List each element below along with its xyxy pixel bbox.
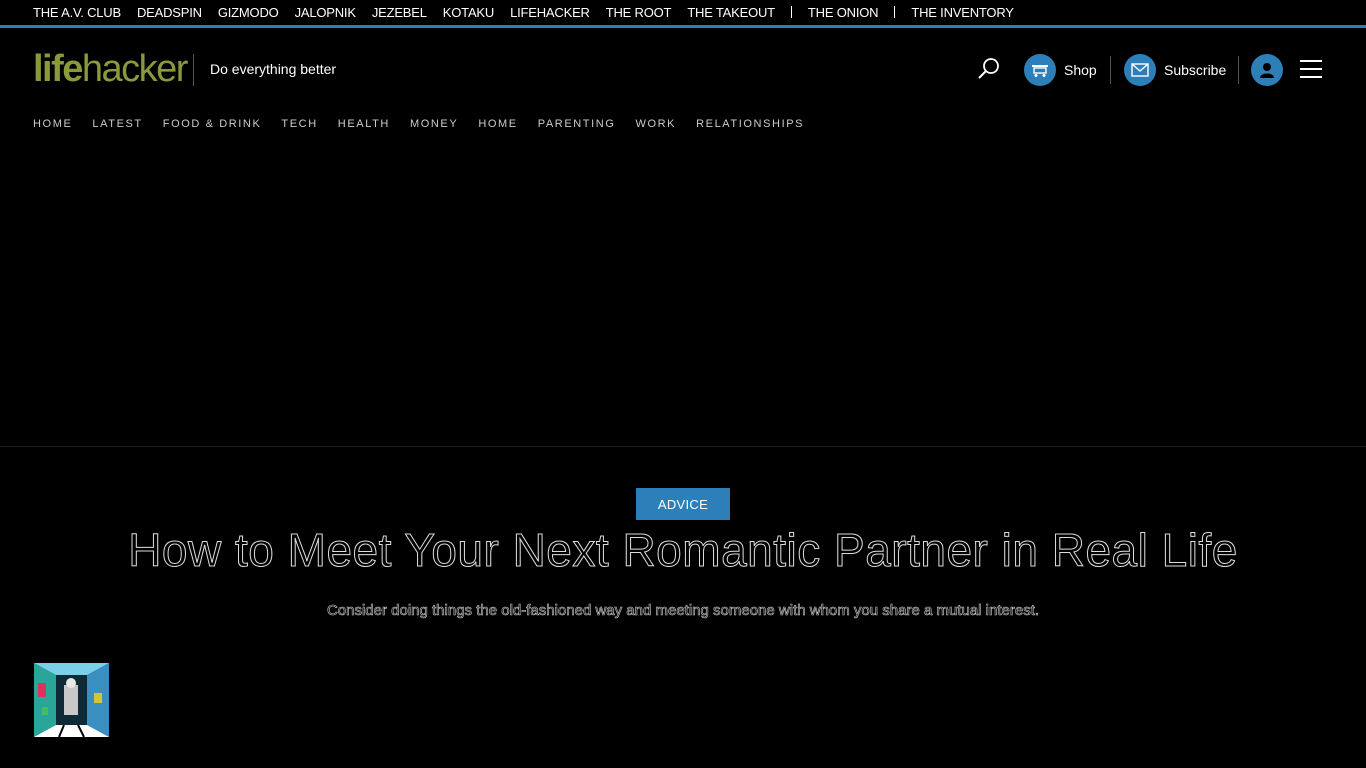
network-links: THE A.V. CLUB DEADSPIN GIZMODO JALOPNIK … [33, 4, 1030, 20]
nav-item-latest[interactable]: LATEST [92, 118, 142, 130]
network-bar: THE A.V. CLUB DEADSPIN GIZMODO JALOPNIK … [0, 0, 1366, 28]
subscribe-label: Subscribe [1164, 62, 1227, 78]
subscribe-button[interactable]: Subscribe [1124, 54, 1226, 86]
nav-item-home[interactable]: HOME [33, 118, 72, 130]
network-link-kotaku[interactable]: KOTAKU [443, 5, 494, 20]
network-link-lifehacker[interactable]: LIFEHACKER [510, 5, 590, 20]
shop-button[interactable]: Shop [1024, 54, 1097, 86]
search-icon [978, 58, 999, 79]
logo-divider [193, 54, 194, 86]
ad-slot [0, 150, 1366, 446]
nav-item-money[interactable]: MONEY [410, 118, 458, 130]
header-divider [1110, 56, 1111, 84]
network-link-the-root[interactable]: THE ROOT [606, 5, 672, 20]
account-button[interactable] [1251, 54, 1283, 86]
network-link-jalopnik[interactable]: JALOPNIK [295, 5, 356, 20]
article-subhead: Consider doing things the old-fashioned … [326, 602, 1040, 620]
cart-icon [1024, 54, 1056, 86]
nav-item-home-2[interactable]: HOME [478, 118, 517, 130]
nav-item-food-drink[interactable]: FOOD & DRINK [163, 118, 262, 130]
network-link-deadspin[interactable]: DEADSPIN [137, 5, 202, 20]
nav-item-tech[interactable]: TECH [281, 118, 317, 130]
site-header: lifehacker Do everything better Shop Sub… [0, 28, 1366, 110]
nav-item-relationships[interactable]: RELATIONSHIPS [696, 118, 804, 130]
mail-icon [1124, 54, 1156, 86]
nav-item-work[interactable]: WORK [635, 118, 676, 130]
nav-item-parenting[interactable]: PARENTING [538, 118, 616, 130]
logo-hacker-text: hacker [81, 48, 189, 90]
network-divider [790, 6, 792, 18]
header-divider [1238, 56, 1239, 84]
section-nav: HOME LATEST FOOD & DRINK TECH HEALTH MON… [33, 117, 824, 131]
article-headline: How to Meet Your Next Romantic Partner i… [128, 524, 1238, 577]
network-link-av-club[interactable]: THE A.V. CLUB [33, 5, 121, 20]
site-logo[interactable]: lifehacker [33, 48, 189, 90]
network-link-the-takeout[interactable]: THE TAKEOUT [687, 5, 775, 20]
user-icon [1251, 54, 1283, 86]
hamburger-menu-button[interactable] [1300, 60, 1322, 80]
shop-label: Shop [1064, 62, 1097, 78]
ad-divider [0, 446, 1366, 447]
network-divider [894, 6, 896, 18]
hamburger-icon [1300, 60, 1322, 78]
avatar-image [34, 663, 109, 737]
author-avatar[interactable] [34, 663, 109, 737]
network-link-the-inventory[interactable]: THE INVENTORY [911, 5, 1014, 20]
network-link-jezebel[interactable]: JEZEBEL [372, 5, 427, 20]
nav-item-health[interactable]: HEALTH [338, 118, 390, 130]
logo-life-text: life [33, 48, 83, 90]
site-tagline: Do everything better [210, 61, 337, 77]
search-button[interactable] [976, 56, 1002, 82]
network-link-the-onion[interactable]: THE ONION [808, 5, 879, 20]
network-link-gizmodo[interactable]: GIZMODO [218, 5, 279, 20]
category-badge[interactable]: ADVICE [636, 488, 730, 520]
